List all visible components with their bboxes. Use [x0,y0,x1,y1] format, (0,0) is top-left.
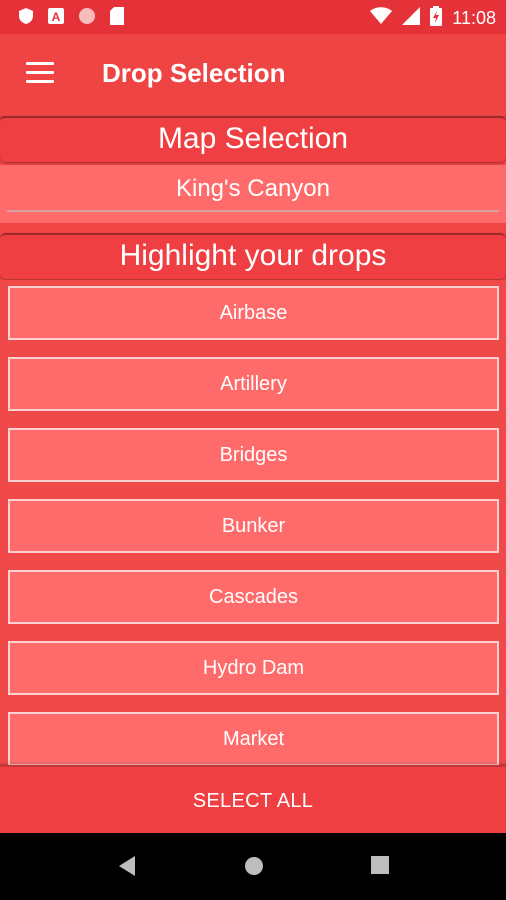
map-select-dropdown[interactable]: King's Canyon [0,165,506,223]
status-bar: A 11:08 [0,0,506,34]
drop-button-airbase[interactable]: Airbase [8,286,499,340]
back-icon[interactable] [117,855,137,882]
hamburger-menu-icon[interactable] [26,62,54,84]
text-a-icon: A [48,8,64,29]
list-item: Artillery [0,351,506,423]
wifi-icon [370,7,393,30]
svg-text:A: A [52,10,61,24]
battery-icon [430,6,443,31]
select-all-button[interactable]: SELECT ALL [0,765,506,835]
list-item: Bunker [0,493,506,565]
system-nav-bar [0,833,506,900]
drop-button-cascades[interactable]: Cascades [8,570,499,624]
page-title: Drop Selection [102,58,286,88]
list-item: Cascades [0,564,506,636]
status-left-icons: A [18,7,124,30]
selected-map-value: King's Canyon [175,175,330,202]
drop-button-bunker[interactable]: Bunker [8,499,499,553]
shield-icon [18,7,34,30]
list-item: Bridges [0,422,506,494]
list-item: Market [0,706,506,765]
drop-button-market[interactable]: Market [8,712,499,765]
drop-button-bridges[interactable]: Bridges [8,428,499,482]
drop-button-artillery[interactable]: Artillery [8,357,499,411]
circle-icon [78,7,96,30]
status-right-icons: 11:08 [370,6,496,31]
drops-list[interactable]: Airbase Artillery Bridges Bunker Cascade… [0,280,506,765]
drops-header: Highlight your drops [0,233,506,279]
app-bar: Drop Selection [0,34,506,116]
drop-button-hydro-dam[interactable]: Hydro Dam [8,641,499,695]
list-item: Airbase [0,280,506,352]
home-icon[interactable] [243,855,265,882]
recents-icon[interactable] [370,855,390,880]
status-time: 11:08 [452,8,496,28]
signal-icon [402,7,421,30]
dropdown-underline [7,210,499,212]
list-item: Hydro Dam [0,635,506,707]
map-selection-header: Map Selection [0,116,506,162]
sd-card-icon [110,7,124,30]
